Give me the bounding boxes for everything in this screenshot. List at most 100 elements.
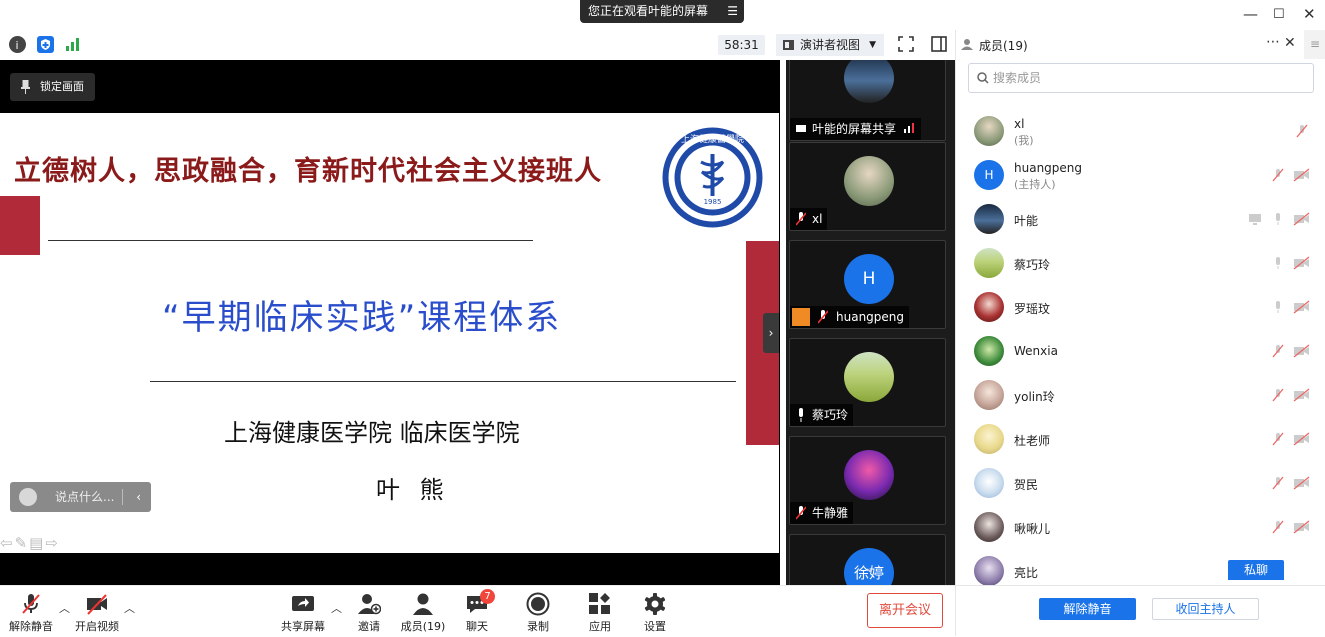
apps-button[interactable]: 应用	[573, 586, 627, 637]
member-row[interactable]: 贺民	[956, 461, 1325, 505]
member-row[interactable]: xl (我)	[956, 109, 1325, 153]
panel-menu-icon[interactable]: ≡	[1304, 30, 1325, 59]
more-icon[interactable]: ⋯	[1266, 34, 1280, 50]
avatar	[974, 116, 1004, 146]
video-off-icon[interactable]	[1293, 476, 1310, 490]
video-tile[interactable]: 牛静雅	[789, 436, 946, 525]
video-gallery[interactable]: ⌃ 叶能的屏幕共享 xl H huangpeng 蔡巧玲	[786, 60, 955, 585]
mic-muted-icon[interactable]	[1295, 124, 1309, 138]
lock-view-label: 锁定画面	[40, 80, 84, 93]
member-row[interactable]: Wenxia	[956, 329, 1325, 373]
video-tile[interactable]: H huangpeng	[789, 240, 946, 329]
annotation-toolbar: ⇦✎▤⇨	[0, 534, 60, 552]
members-panel-footer: 解除静音 收回主持人	[956, 585, 1325, 636]
member-row[interactable]: 罗瑶玟	[956, 285, 1325, 329]
video-off-icon[interactable]	[1293, 212, 1310, 226]
record-button[interactable]: 录制	[511, 586, 565, 637]
mic-icon[interactable]	[1271, 256, 1285, 270]
close-panel-icon[interactable]: ✕	[1284, 35, 1296, 51]
start-video-button[interactable]: 开启视频	[70, 586, 124, 637]
invite-button[interactable]: 邀请	[342, 586, 396, 637]
video-off-icon[interactable]	[1293, 168, 1310, 182]
chevron-up-icon[interactable]: ︿	[124, 600, 135, 616]
leave-meeting-button[interactable]: 离开会议	[867, 593, 943, 628]
chevron-up-icon[interactable]: ︿	[331, 600, 342, 616]
lock-view-button[interactable]: 锁定画面	[10, 73, 95, 101]
collapse-gallery-button[interactable]: ›	[763, 313, 779, 353]
mic-muted-icon[interactable]	[1271, 432, 1285, 446]
member-row[interactable]: 啾啾儿	[956, 505, 1325, 549]
chat-button[interactable]: 聊天	[450, 586, 504, 637]
mic-muted-icon[interactable]	[1271, 344, 1285, 358]
member-name: yolin玲	[1014, 390, 1055, 404]
chevron-up-icon[interactable]: ︿	[59, 600, 70, 616]
logo-text: 上海健康醫學院	[681, 133, 744, 145]
unmute-button[interactable]: 解除静音	[4, 586, 58, 637]
pin-icon	[21, 80, 30, 94]
mic-muted-icon	[818, 310, 828, 324]
tile-name: huangpeng	[790, 306, 910, 328]
video-off-icon[interactable]	[1293, 432, 1310, 446]
arrow-left-icon[interactable]: ⇦	[0, 534, 15, 552]
member-row[interactable]: H huangpeng (主持人)	[956, 153, 1325, 197]
video-off-icon[interactable]	[1293, 520, 1310, 534]
members-panel-header: 成员(19) ⋯ ✕ ≡	[956, 30, 1325, 59]
network-signal-icon[interactable]	[65, 36, 82, 53]
start-video-label: 开启视频	[75, 620, 119, 633]
share-screen-label: 共享屏幕	[281, 620, 325, 633]
mic-icon[interactable]	[1271, 212, 1285, 226]
member-row[interactable]: yolin玲	[956, 373, 1325, 417]
tile-name: xl	[790, 208, 828, 230]
private-chat-button[interactable]: 私聊	[1228, 560, 1284, 580]
reclaim-host-button[interactable]: 收回主持人	[1152, 598, 1259, 620]
member-row[interactable]: 蔡巧玲	[956, 241, 1325, 285]
member-row[interactable]: 叶能	[956, 197, 1325, 241]
members-title: 成员(19)	[979, 39, 1028, 53]
member-row[interactable]: 杜老师	[956, 417, 1325, 461]
mic-muted-icon[interactable]	[1271, 520, 1285, 534]
members-button[interactable]: 成员(19)	[396, 586, 450, 637]
meeting-toolbar: 解除静音 ︿ 开启视频 ︿ 共享屏幕 ︿ 邀请 成员(19) 聊天 7 录制 应…	[0, 585, 955, 636]
search-icon	[977, 72, 989, 84]
avatar	[974, 248, 1004, 278]
security-shield-icon[interactable]	[37, 36, 54, 53]
unmute-all-button[interactable]: 解除静音	[1039, 598, 1136, 620]
emoji-icon[interactable]	[19, 488, 37, 506]
member-search-input[interactable]: 搜索成员	[968, 63, 1314, 93]
quick-chat-input[interactable]: 说点什么... ‹	[10, 482, 151, 512]
banner-menu-icon[interactable]: ☰	[727, 0, 738, 23]
mic-muted-icon[interactable]	[1271, 388, 1285, 402]
record-icon	[526, 592, 550, 616]
mic-muted-icon[interactable]	[1271, 476, 1285, 490]
tile-name: 蔡巧玲	[790, 404, 854, 426]
mic-icon[interactable]	[1271, 300, 1285, 314]
chevron-left-icon[interactable]: ‹	[136, 482, 141, 512]
arrow-right-icon[interactable]: ⇨	[45, 534, 60, 552]
settings-button[interactable]: 设置	[628, 586, 682, 637]
close-window-icon[interactable]: ✕	[1303, 5, 1316, 23]
member-name: 杜老师	[1014, 434, 1051, 448]
video-tile[interactable]: 蔡巧玲	[789, 338, 946, 427]
video-off-icon[interactable]	[1293, 388, 1310, 402]
video-tile[interactable]: xl	[789, 142, 946, 231]
sharing-banner[interactable]: 您正在观看叶能的屏幕 ☰	[580, 0, 744, 23]
minimize-icon[interactable]: —	[1243, 5, 1258, 23]
video-tile[interactable]: 叶能的屏幕共享	[789, 60, 946, 141]
chevron-down-icon[interactable]: ⌄	[864, 560, 876, 576]
meeting-timer: 58:31	[718, 35, 765, 55]
screen-share-view: 锁定画面 立德树人，思政融合，育新时代社会主义接班人 上海健康醫學院 1985 …	[0, 60, 780, 585]
fullscreen-icon[interactable]	[898, 36, 914, 52]
video-off-icon[interactable]	[1293, 256, 1310, 270]
info-icon[interactable]: i	[9, 36, 26, 53]
maximize-icon[interactable]: ☐	[1273, 7, 1285, 22]
mic-muted-icon[interactable]	[1271, 168, 1285, 182]
view-mode-dropdown[interactable]: 演讲者视图 ▼	[776, 34, 884, 56]
video-off-icon[interactable]	[1293, 300, 1310, 314]
video-off-icon[interactable]	[1293, 344, 1310, 358]
share-screen-button[interactable]: 共享屏幕	[276, 586, 330, 637]
sidebar-toggle-icon[interactable]	[931, 36, 947, 52]
list-icon[interactable]: ▤	[29, 534, 45, 552]
gear-icon	[644, 593, 666, 615]
pen-icon[interactable]: ✎	[15, 534, 30, 552]
members-icon	[413, 593, 433, 615]
